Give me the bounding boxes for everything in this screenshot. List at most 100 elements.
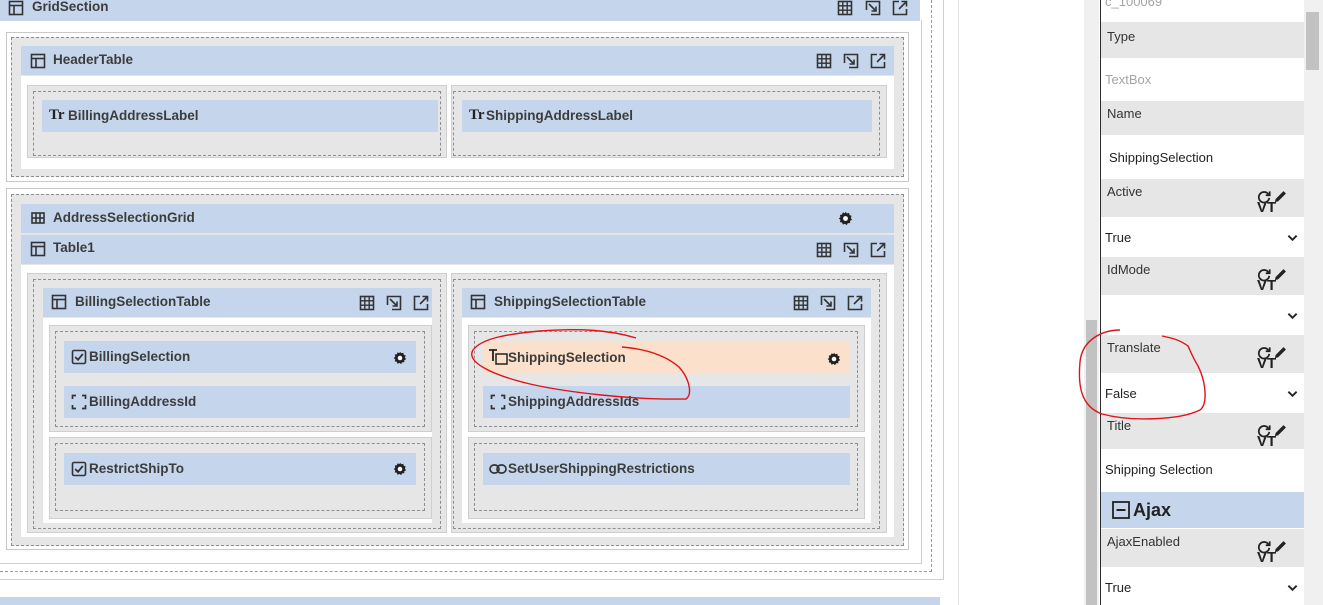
- prop-active-tools: VT: [1257, 189, 1288, 216]
- billing-address-label-item[interactable]: Tr BillingAddressLabel: [42, 100, 438, 132]
- resize-icon[interactable]: [865, 0, 881, 16]
- prop-name-field[interactable]: ShippingSelection: [1101, 136, 1304, 178]
- prop-title-tools: VT: [1257, 423, 1288, 450]
- prop-name-label-text: Name: [1107, 106, 1142, 121]
- prop-idmode-label-text: IdMode: [1107, 262, 1151, 277]
- focus-frame-icon: [71, 394, 87, 410]
- shipping-table-label: ShippingSelectionTable: [494, 294, 647, 309]
- prop-translate-tools: VT: [1257, 345, 1288, 372]
- shipping-address-label-item[interactable]: Tr ShippingAddressLabel: [462, 100, 872, 132]
- grid-icon: [30, 210, 46, 226]
- grid-icon[interactable]: [816, 242, 832, 258]
- table-icon: [30, 241, 46, 257]
- checkbox-icon: [71, 461, 87, 477]
- header-table-bar[interactable]: HeaderTable: [21, 46, 894, 75]
- billing-table-bar[interactable]: BillingSelectionTable: [43, 288, 432, 317]
- prop-ajax-enabled-value-text: True: [1105, 580, 1132, 595]
- vt-button[interactable]: VT: [1257, 199, 1276, 216]
- table-icon: [470, 294, 486, 310]
- set-user-restrictions-item[interactable]: SetUserShippingRestrictions: [483, 453, 850, 485]
- external-link-icon[interactable]: [870, 242, 886, 258]
- prop-name-label: Name: [1101, 101, 1304, 135]
- header-table-label: HeaderTable: [53, 52, 134, 67]
- table1-bar[interactable]: Table1: [21, 235, 894, 264]
- right-scrollbar-thumb[interactable]: [1306, 12, 1319, 70]
- billing-address-id-item[interactable]: BillingAddressId: [64, 386, 416, 418]
- resize-icon[interactable]: [820, 295, 836, 311]
- text-icon: Tr: [49, 107, 65, 123]
- annotation-circle-translate: [1078, 329, 1206, 420]
- annotation-circle-shipping: [471, 328, 691, 400]
- chevron-down-icon: [1287, 312, 1298, 320]
- external-link-icon[interactable]: [413, 295, 429, 311]
- panel-gap: [958, 0, 982, 605]
- resize-icon[interactable]: [386, 295, 402, 311]
- prop-name-value-text: ShippingSelection: [1109, 150, 1214, 165]
- grid-icon[interactable]: [793, 295, 809, 311]
- checkbox-icon: [71, 349, 87, 365]
- grid-icon[interactable]: [816, 53, 832, 69]
- resize-icon[interactable]: [843, 242, 859, 258]
- vt-button[interactable]: VT: [1257, 549, 1276, 566]
- vt-button[interactable]: VT: [1257, 277, 1276, 294]
- grid-section-label: GridSection: [32, 0, 109, 14]
- billing-address-id-label: BillingAddressId: [89, 394, 197, 409]
- prop-active-value-text: True: [1105, 230, 1132, 245]
- chevron-down-icon: [1287, 390, 1298, 398]
- vt-button[interactable]: VT: [1257, 355, 1276, 372]
- external-link-icon[interactable]: [870, 53, 886, 69]
- set-user-restrictions-label: SetUserShippingRestrictions: [508, 461, 695, 476]
- prop-ajax-enabled-label: AjaxEnabled VT: [1101, 529, 1304, 567]
- external-link-icon[interactable]: [892, 0, 908, 16]
- prop-ajax-enabled-tools: VT: [1257, 539, 1288, 566]
- gear-icon[interactable]: [827, 352, 841, 366]
- prop-ajax-enabled-select[interactable]: True: [1101, 568, 1304, 605]
- prop-title-field[interactable]: Shipping Selection: [1101, 450, 1304, 490]
- grid-section-bar[interactable]: GridSection: [0, 0, 920, 21]
- prop-active-label-text: Active: [1107, 184, 1143, 199]
- prop-active-label: Active VT: [1101, 179, 1304, 217]
- grid-icon[interactable]: [837, 0, 853, 16]
- prop-top-value: c_100069: [1101, 0, 1304, 14]
- billing-table-label: BillingSelectionTable: [75, 294, 211, 309]
- prop-active-select[interactable]: True: [1101, 218, 1304, 256]
- shipping-table-bar[interactable]: ShippingSelectionTable: [462, 288, 871, 317]
- billing-selection-label: BillingSelection: [89, 349, 191, 364]
- gear-icon[interactable]: [838, 211, 853, 226]
- prop-type-value: TextBox: [1101, 60, 1304, 100]
- prop-type-value-text: TextBox: [1105, 72, 1152, 87]
- external-link-icon[interactable]: [847, 295, 863, 311]
- resize-icon[interactable]: [843, 53, 859, 69]
- ajax-section-header[interactable]: Ajax: [1101, 492, 1304, 528]
- prop-ajax-enabled-label-text: AjaxEnabled: [1107, 534, 1180, 549]
- address-grid-label: AddressSelectionGrid: [53, 210, 195, 225]
- table-icon: [51, 294, 67, 310]
- prop-type-label: Type: [1101, 22, 1304, 58]
- shipping-address-label-text: ShippingAddressLabel: [486, 108, 634, 123]
- table-icon: [8, 0, 24, 16]
- chevron-down-icon: [1287, 234, 1298, 242]
- chevron-down-icon: [1287, 584, 1298, 592]
- text-icon: Tr: [469, 107, 485, 123]
- collapse-icon[interactable]: [1112, 501, 1130, 519]
- prop-idmode-tools: VT: [1257, 267, 1288, 294]
- address-grid-bar[interactable]: AddressSelectionGrid: [21, 204, 894, 233]
- table-icon: [30, 53, 46, 69]
- prop-title-value-text: Shipping Selection: [1105, 462, 1213, 477]
- gear-icon[interactable]: [393, 462, 407, 476]
- right-scrollbar-track[interactable]: [1304, 0, 1323, 605]
- restrict-ship-to-item[interactable]: RestrictShipTo: [64, 453, 416, 485]
- prop-idmode-label: IdMode VT: [1101, 257, 1304, 295]
- prop-type-label-text: Type: [1107, 29, 1136, 44]
- gear-icon[interactable]: [393, 351, 407, 365]
- billing-address-label-text: BillingAddressLabel: [68, 108, 199, 123]
- restrict-ship-to-label: RestrictShipTo: [89, 461, 185, 476]
- prop-top-value-text: c_100069: [1105, 0, 1163, 9]
- billing-selection-item[interactable]: BillingSelection: [64, 341, 416, 373]
- grid-icon[interactable]: [359, 295, 375, 311]
- vt-button[interactable]: VT: [1257, 433, 1276, 450]
- ajax-section-label: Ajax: [1133, 500, 1172, 520]
- bottom-bar: [0, 597, 940, 605]
- table1-label: Table1: [53, 240, 95, 255]
- link-icon: [489, 463, 507, 475]
